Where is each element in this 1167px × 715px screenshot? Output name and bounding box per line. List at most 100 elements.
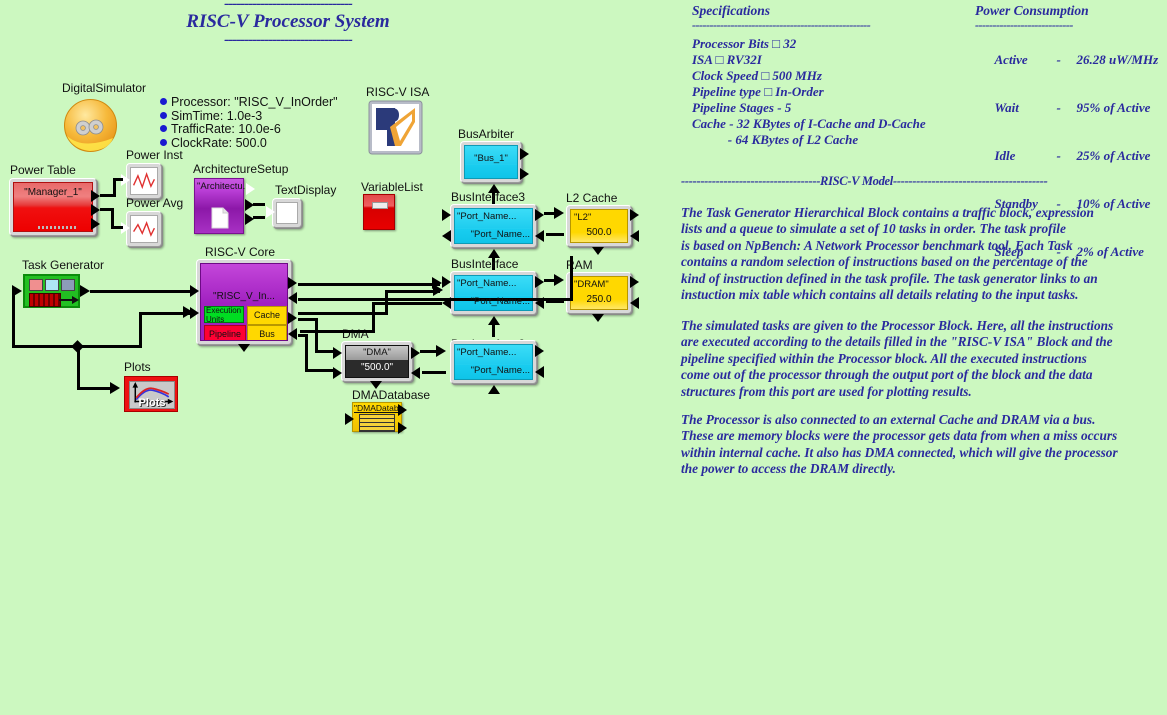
risc-v-core-block[interactable]: "RISC_V_In... Execution Units Cache Pipe… bbox=[196, 259, 292, 345]
wire-arrow-l2-in bbox=[554, 207, 564, 219]
core-port-in1 bbox=[190, 285, 199, 297]
risc-v-isa-label: RISC-V ISA bbox=[366, 85, 430, 99]
task-generator-out-arrow bbox=[80, 285, 90, 297]
power-avg-block[interactable] bbox=[126, 211, 162, 247]
spec-line: Pipeline Stages - 5 bbox=[692, 100, 792, 115]
plots-block[interactable]: Plots bbox=[124, 376, 178, 412]
text-display-block[interactable] bbox=[272, 198, 302, 228]
power-value: 26.28 uW/MHz bbox=[1076, 52, 1159, 67]
task-chip-2 bbox=[45, 279, 59, 291]
wire-core-dma-bv bbox=[305, 334, 308, 371]
ram-name: "DRAM" bbox=[574, 279, 609, 290]
bus-interface2-port-bottom: "Port_Name... bbox=[470, 365, 530, 376]
power-table-value: "Manager_1" bbox=[24, 187, 82, 198]
simulator-param-text: SimTime: 1.0e-3 bbox=[171, 108, 263, 123]
task-chip-3 bbox=[61, 279, 75, 291]
digital-simulator-icon[interactable] bbox=[63, 98, 118, 153]
power-value: 95% of Active bbox=[1076, 100, 1151, 115]
power-mode: Idle bbox=[994, 148, 1016, 163]
dma-db-port-out2 bbox=[398, 422, 407, 434]
ram-port-out1 bbox=[630, 276, 639, 288]
risc-v-isa-icon[interactable] bbox=[368, 100, 423, 155]
bus-arbiter-block[interactable]: "Bus_1" bbox=[460, 141, 522, 183]
spec-line: Clock Speed □ 500 MHz bbox=[692, 68, 822, 83]
task-generator-label: Task Generator bbox=[22, 258, 105, 272]
power-sep: - bbox=[1056, 100, 1061, 115]
wire-arrow-ram-in bbox=[554, 274, 564, 286]
digital-simulator-label: DigitalSimulator bbox=[62, 81, 147, 95]
simulator-param-text: ClockRate: 500.0 bbox=[171, 135, 267, 150]
spec-line: Pipeline type □ In-Order bbox=[692, 84, 824, 99]
bus-arbiter-port-out2 bbox=[520, 168, 529, 180]
bi2-bottom-arrow bbox=[488, 385, 500, 394]
power-table-block[interactable]: "Manager_1" bbox=[9, 178, 97, 236]
core-cell-pipeline: Pipeline bbox=[204, 325, 246, 340]
core-cell-cache: Cache bbox=[247, 306, 287, 325]
wire-arrow-bi-in bbox=[433, 284, 443, 296]
bi2-port-out1 bbox=[535, 345, 544, 357]
task-generator-block[interactable] bbox=[23, 274, 80, 308]
power-inst-label: Power Inst bbox=[126, 148, 183, 162]
bus-interface2-block[interactable]: "Port_Name... "Port_Name... bbox=[450, 340, 537, 384]
power-sep: - bbox=[1056, 148, 1061, 163]
simulator-param: TrafficRate: 10.0e-6 bbox=[160, 122, 338, 137]
bus-interface3-port-top: "Port_Name... bbox=[457, 211, 517, 222]
simulator-param-text: TrafficRate: 10.0e-6 bbox=[171, 122, 281, 136]
l2-cache-block[interactable]: "L2" 500.0 bbox=[566, 205, 632, 247]
task-chip-1 bbox=[29, 279, 43, 291]
dma-database-block[interactable]: "DMADataba bbox=[352, 402, 404, 432]
simulator-param: Processor: "RISC_V_InOrder" bbox=[160, 95, 338, 110]
title-divider-top: -------------------------------- bbox=[224, 0, 353, 12]
bus-interface-port-top: "Port_Name... bbox=[457, 278, 517, 289]
wire-core-dma-bh bbox=[305, 369, 333, 372]
architecture-setup-port-out1 bbox=[245, 182, 255, 196]
database-table-icon bbox=[359, 414, 395, 432]
risc-v-core-label: RISC-V Core bbox=[205, 245, 276, 259]
core-port-out4 bbox=[288, 328, 297, 340]
architecture-setup-label: ArchitectureSetup bbox=[193, 162, 289, 176]
variable-list-icon[interactable] bbox=[363, 194, 395, 230]
dma-name: "DMA" bbox=[346, 346, 408, 360]
core-port-out1 bbox=[288, 277, 297, 289]
power-inst-block[interactable] bbox=[126, 163, 162, 199]
power-consumption-heading: Power Consumption bbox=[975, 3, 1089, 18]
wire-l2-bi3-bot bbox=[546, 233, 564, 236]
architecture-setup-block[interactable]: "Architectu... bbox=[194, 178, 251, 234]
core-header: "RISC_V_In... bbox=[201, 264, 287, 304]
simulator-param-text: Processor: "RISC_V_InOrder" bbox=[171, 95, 338, 109]
bus-interface-label: BusInterface bbox=[451, 257, 519, 271]
bus-interface2-port-top: "Port_Name... bbox=[457, 347, 517, 358]
wire-bi3-core-back bbox=[298, 298, 573, 301]
arrow-icon bbox=[59, 296, 79, 304]
ram-block[interactable]: "DRAM" 250.0 bbox=[566, 272, 632, 314]
power-avg-label: Power Avg bbox=[126, 196, 184, 210]
dma-db-port-out1 bbox=[398, 404, 407, 416]
power-row: Wait -95% of Active bbox=[975, 84, 1158, 132]
dma-database-value: "DMADataba bbox=[354, 403, 404, 413]
bus-interface-block[interactable]: "Port_Name... "Port_Name... bbox=[450, 271, 537, 315]
bus-arbiter-label: BusArbiter bbox=[458, 127, 515, 141]
bus-interface3-block[interactable]: "Port_Name... "Port_Name... bbox=[450, 204, 537, 248]
variable-list-label: VariableList bbox=[361, 180, 423, 194]
l2-port-out2 bbox=[630, 230, 639, 242]
power-value: 25% of Active bbox=[1076, 148, 1151, 163]
model-paragraph: The simulated tasks are given to the Pro… bbox=[681, 318, 1114, 399]
plots-label: Plots bbox=[124, 360, 151, 374]
bi3-port-out2 bbox=[535, 230, 544, 242]
arbiter-bottom bbox=[465, 165, 517, 178]
power-table-port-out3 bbox=[91, 218, 100, 230]
wire-power-avg-h bbox=[111, 226, 123, 229]
core-cell-bus: Bus bbox=[247, 325, 287, 340]
dma-block[interactable]: "DMA" "500.0" bbox=[341, 341, 413, 382]
l2-port-out1 bbox=[630, 209, 639, 221]
l2-port-bottom bbox=[592, 247, 604, 255]
power-row: Active -26.28 uW/MHz bbox=[975, 36, 1159, 84]
bullet-icon bbox=[160, 138, 167, 146]
wire-task-fb-left bbox=[12, 288, 15, 348]
architecture-setup-port-out3 bbox=[245, 213, 254, 225]
power-table-footer bbox=[38, 226, 76, 229]
page-title-block: -------------------------------- RISC-V … bbox=[168, 0, 408, 48]
spec-line: - 64 KBytes of L2 Cache bbox=[692, 132, 859, 147]
specifications-heading: Specifications bbox=[692, 3, 770, 18]
specifications-list: Processor Bits □ 32 ISA □ RV32I Clock Sp… bbox=[692, 36, 926, 148]
